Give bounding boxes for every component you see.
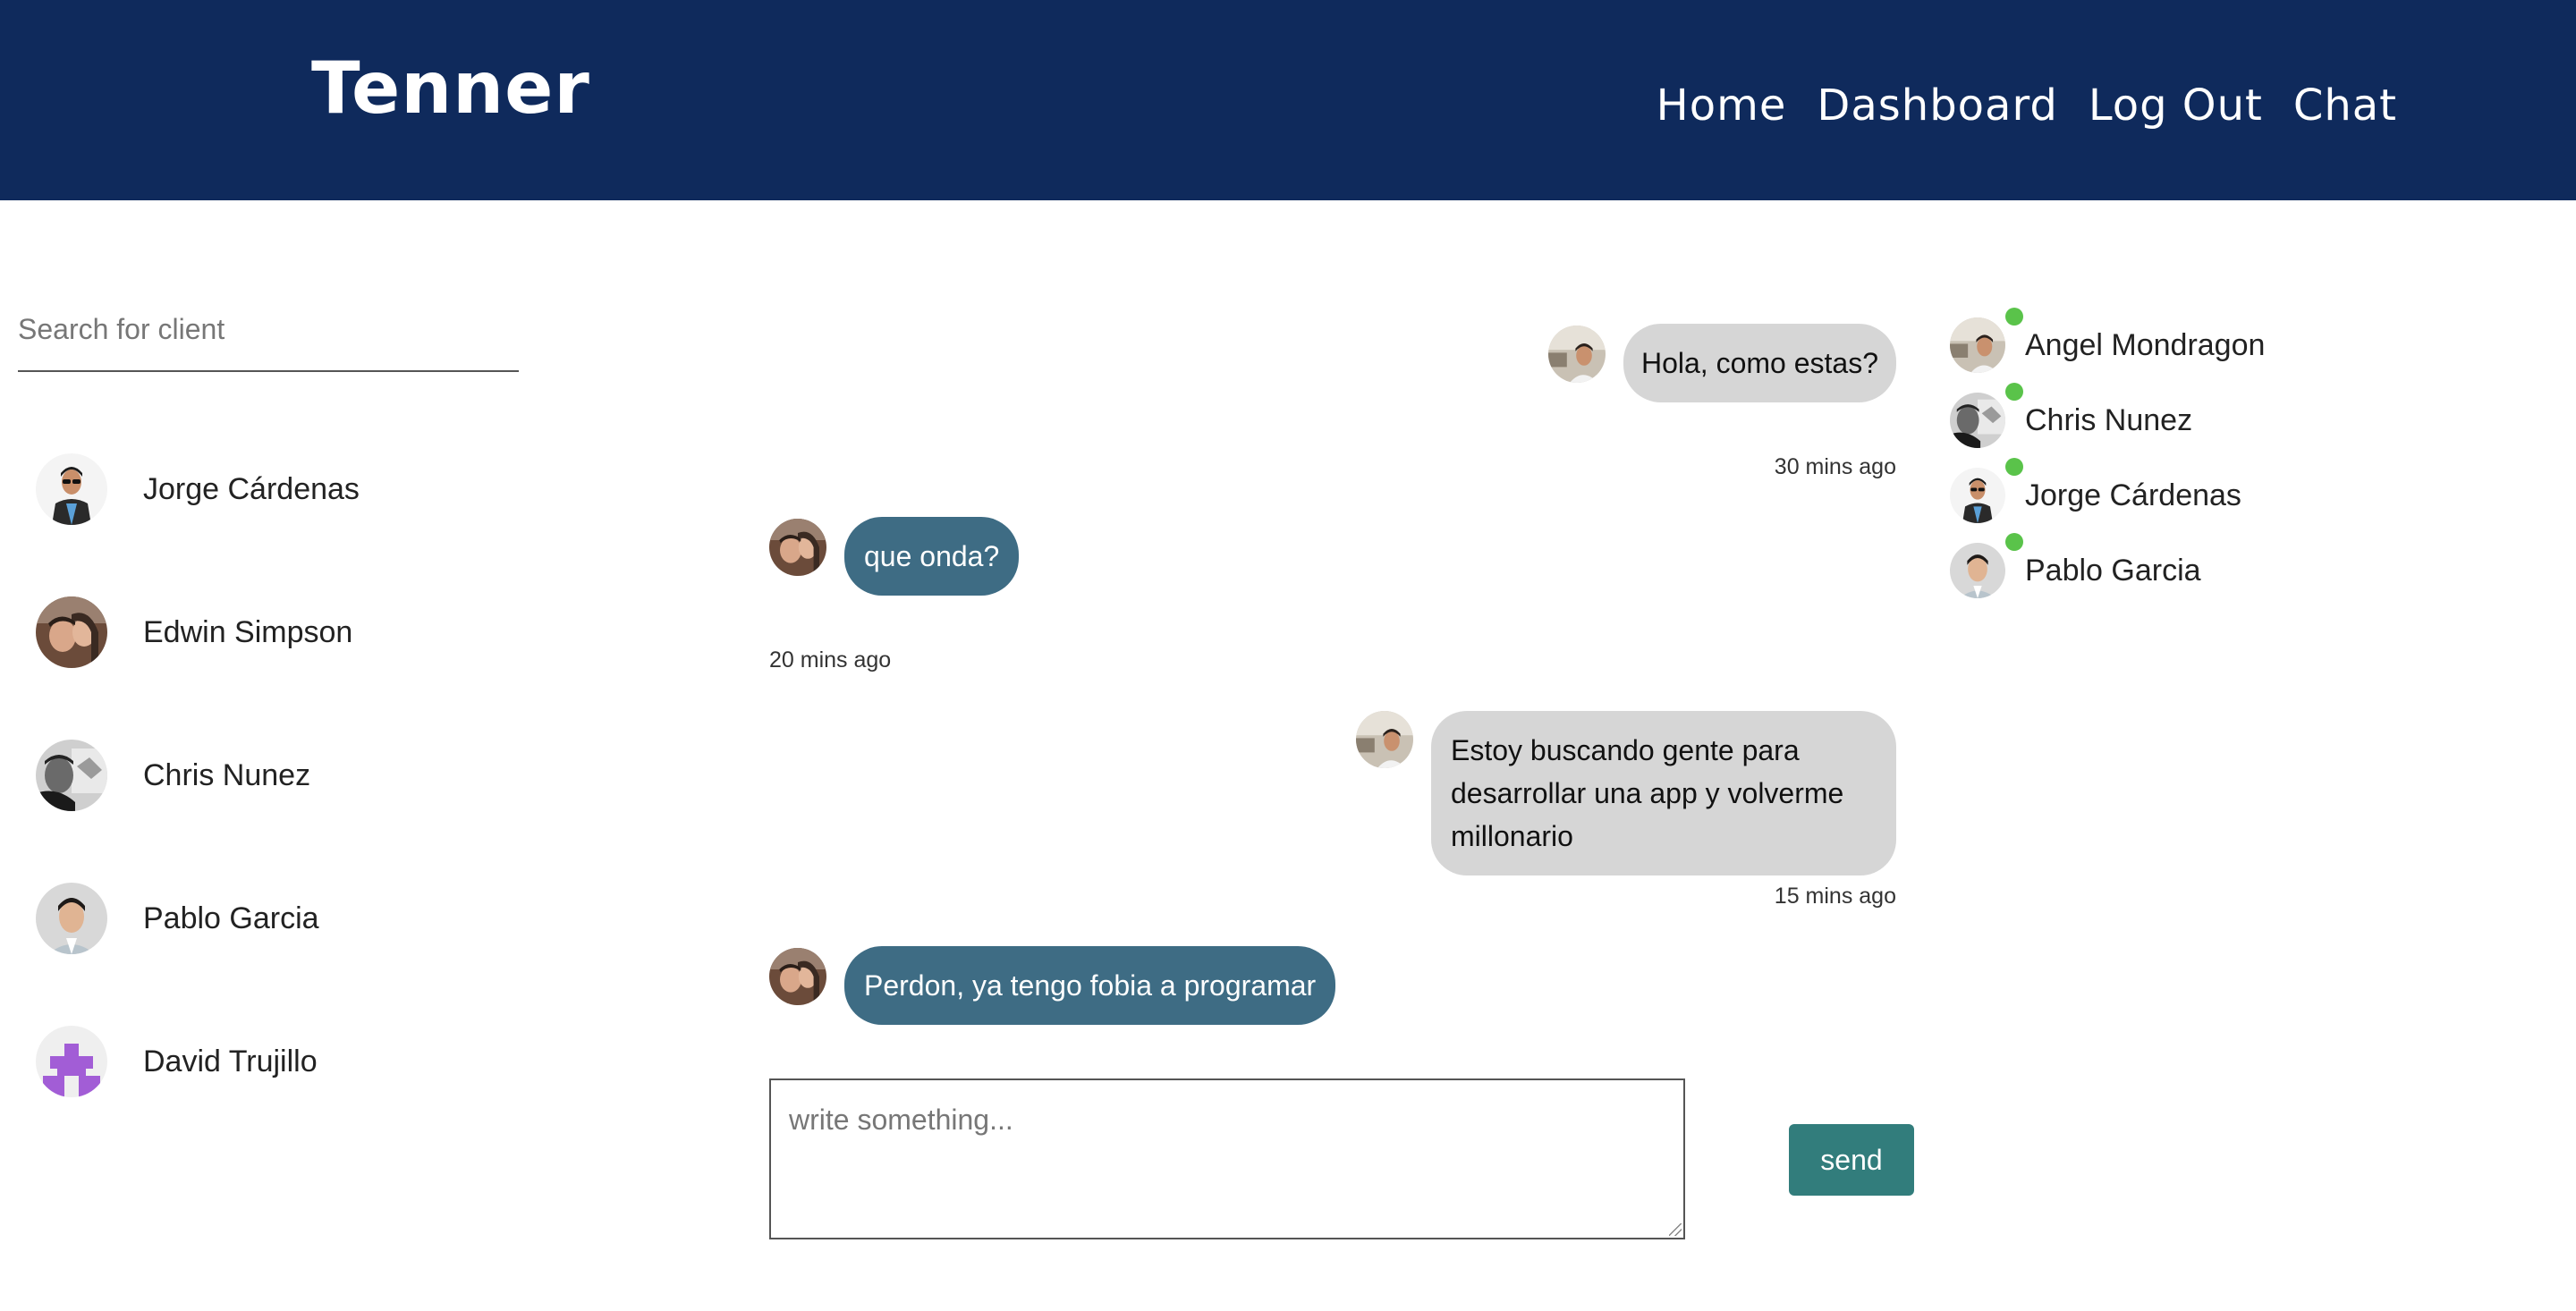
message-row: que onda?	[769, 517, 1020, 596]
online-user-jorge[interactable]: Jorge Cárdenas	[1950, 458, 2487, 533]
main-nav: Home Dashboard Log Out Chat	[1657, 80, 2397, 131]
nav-home-link[interactable]: Home	[1657, 80, 1787, 131]
online-user-angel[interactable]: Angel Mondragon	[1950, 308, 2487, 383]
client-search-input[interactable]	[18, 304, 519, 354]
nav-chat-link[interactable]: Chat	[2293, 80, 2397, 131]
message-composer	[769, 1078, 1685, 1239]
online-user-chris[interactable]: Chris Nunez	[1950, 383, 2487, 458]
client-avatar	[36, 596, 107, 668]
message-row: Perdon, ya tengo fobia a programar	[769, 946, 1336, 1025]
client-avatar	[36, 883, 107, 954]
sender-avatar	[769, 948, 826, 1005]
online-users-list: Angel Mondragon Chris Nunez Jorge Cárden…	[1950, 308, 2487, 608]
online-user-name: Angel Mondragon	[2025, 327, 2266, 362]
message-bubble: Estoy buscando gente para desarrollar un…	[1431, 711, 1896, 875]
online-user-avatar	[1950, 468, 2005, 523]
online-user-name: Pablo Garcia	[2025, 553, 2201, 588]
sender-avatar	[1548, 326, 1606, 383]
message-timestamp: 30 mins ago	[1774, 454, 1896, 479]
top-navbar: Tenner Home Dashboard Log Out Chat	[0, 0, 2576, 200]
sender-avatar	[1356, 711, 1413, 768]
client-avatar	[36, 453, 107, 525]
online-user-avatar	[1950, 317, 2005, 373]
online-user-name: Chris Nunez	[2025, 402, 2193, 437]
online-user-avatar	[1950, 393, 2005, 448]
nav-dashboard-link[interactable]: Dashboard	[1817, 80, 2057, 131]
client-item-chris[interactable]: Chris Nunez	[36, 704, 555, 847]
client-name: Jorge Cárdenas	[143, 471, 360, 506]
client-name: Edwin Simpson	[143, 614, 353, 649]
client-name: Pablo Garcia	[143, 901, 319, 935]
client-list: Jorge Cárdenas Edwin Simpson Chris Nunez…	[36, 418, 555, 1133]
client-name: Chris Nunez	[143, 757, 311, 792]
client-search	[18, 304, 519, 372]
client-avatar	[36, 740, 107, 811]
message-timestamp: 15 mins ago	[1774, 884, 1896, 909]
client-name: David Trujillo	[143, 1044, 318, 1078]
message-bubble: Perdon, ya tengo fobia a programar	[844, 946, 1336, 1025]
message-bubble: Hola, como estas?	[1623, 324, 1896, 402]
message-bubble: que onda?	[844, 517, 1020, 596]
send-button[interactable]: send	[1789, 1124, 1914, 1196]
online-status-icon	[2005, 458, 2023, 476]
client-item-jorge[interactable]: Jorge Cárdenas	[36, 418, 555, 561]
client-avatar	[36, 1026, 107, 1097]
online-user-avatar	[1950, 543, 2005, 598]
sender-avatar	[769, 519, 826, 576]
online-user-name: Jorge Cárdenas	[2025, 478, 2241, 512]
message-row: Estoy buscando gente para desarrollar un…	[1356, 711, 1896, 875]
online-status-icon	[2005, 308, 2023, 326]
message-input[interactable]	[771, 1080, 1683, 1238]
client-item-david[interactable]: David Trujillo	[36, 990, 555, 1133]
online-status-icon	[2005, 383, 2023, 401]
message-timestamp: 20 mins ago	[769, 647, 892, 672]
online-status-icon	[2005, 533, 2023, 551]
brand-logo[interactable]: Tenner	[311, 47, 590, 130]
nav-logout-link[interactable]: Log Out	[2089, 80, 2263, 131]
client-item-edwin[interactable]: Edwin Simpson	[36, 561, 555, 704]
online-user-pablo[interactable]: Pablo Garcia	[1950, 533, 2487, 608]
client-item-pablo[interactable]: Pablo Garcia	[36, 847, 555, 990]
message-row: Hola, como estas?	[1548, 324, 1896, 402]
resize-grip-icon[interactable]	[1669, 1223, 1682, 1236]
